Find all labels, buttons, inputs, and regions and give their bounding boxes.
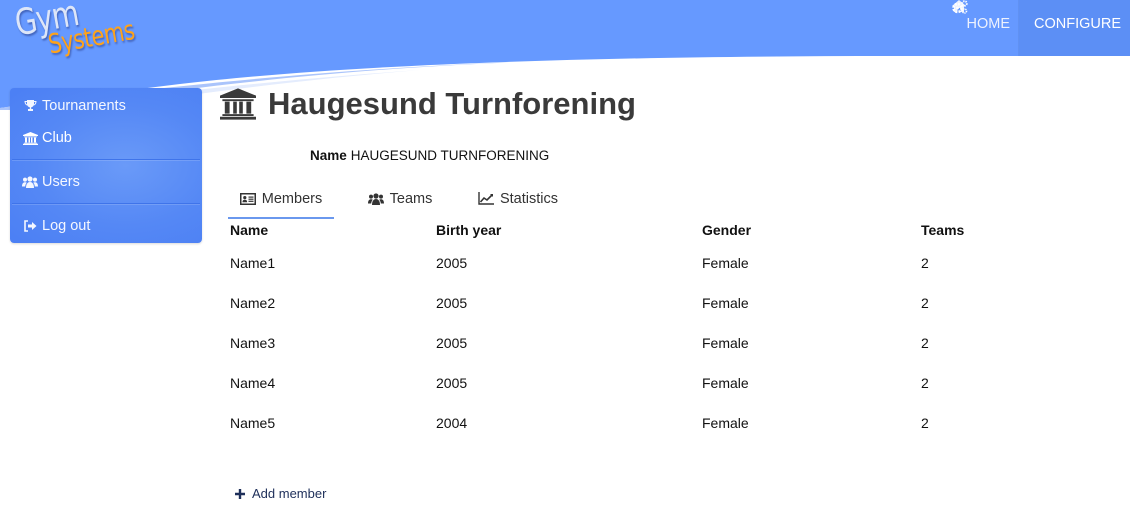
sidebar-item-users[interactable]: Users: [10, 172, 214, 192]
institution-icon: [22, 131, 38, 145]
column-header-gender[interactable]: Gender: [702, 222, 751, 238]
nav-configure[interactable]: CONFIGURE: [951, 0, 1130, 56]
users-icon: [367, 192, 384, 205]
tab-teams-label: Teams: [389, 190, 433, 207]
cell-gender: Female: [702, 375, 749, 391]
table-row[interactable]: Name2 2005 Female 2: [230, 295, 1030, 315]
cell-gender: Female: [702, 415, 749, 431]
sidebar-divider: [12, 203, 200, 204]
line-chart-icon: [478, 192, 494, 205]
table-header-row: Name Birth year Gender Teams: [230, 222, 1030, 242]
cell-gender: Female: [702, 255, 749, 271]
nav-home-label: HOME: [966, 16, 1011, 32]
id-card-icon: [239, 192, 256, 205]
cell-gender: Female: [702, 335, 749, 351]
table-row[interactable]: Name1 2005 Female 2: [230, 255, 1030, 275]
trophy-icon: [22, 100, 38, 112]
sidebar-item-label: Club: [42, 130, 72, 146]
column-header-name[interactable]: Name: [230, 222, 268, 238]
page-title: Haugesund Turnforening: [220, 86, 636, 122]
cell-teams: 2: [921, 335, 929, 351]
club-name-value: HAUGESUND TURNFORENING: [350, 148, 550, 163]
tab-teams[interactable]: Teams: [358, 180, 442, 217]
cell-teams: 2: [921, 255, 929, 271]
top-nav: HOME CONFIGURE: [951, 0, 1130, 56]
sidebar-item-label: Tournaments: [42, 98, 126, 114]
page-title-text: Haugesund Turnforening: [268, 86, 636, 121]
nav-configure-label: CONFIGURE: [1034, 16, 1121, 32]
table-row[interactable]: Name4 2005 Female 2: [230, 375, 1030, 395]
add-member-label: Add member: [252, 486, 327, 501]
cell-birth-year: 2004: [436, 415, 468, 431]
sidebar-item-tournaments[interactable]: Tournaments: [10, 96, 214, 116]
cell-teams: 2: [921, 295, 929, 311]
sidebar-item-label: Users: [42, 174, 80, 190]
cell-birth-year: 2005: [436, 335, 468, 351]
club-name-label: Name: [310, 148, 347, 163]
cell-name: Name4: [230, 375, 276, 391]
sidebar-item-log-out[interactable]: Log out: [10, 216, 214, 236]
cell-teams: 2: [921, 375, 929, 391]
users-icon: [22, 176, 38, 188]
cell-name: Name2: [230, 295, 276, 311]
cell-gender: Female: [702, 295, 749, 311]
cell-teams: 2: [921, 415, 929, 431]
cell-birth-year: 2005: [436, 375, 468, 391]
column-header-teams[interactable]: Teams: [921, 222, 964, 238]
institution-icon: [220, 88, 256, 120]
column-header-birth-year[interactable]: Birth year: [436, 222, 501, 238]
add-member-button[interactable]: Add member: [235, 486, 326, 501]
tab-members-label: Members: [261, 190, 323, 207]
cell-name: Name3: [230, 335, 276, 351]
tab-statistics[interactable]: Statistics: [468, 180, 568, 217]
cell-name: Name5: [230, 415, 276, 431]
sign-out-icon: [22, 220, 38, 232]
sidebar-item-label: Log out: [42, 218, 91, 234]
club-name-field: Name HAUGESUND TURNFORENING: [310, 148, 549, 163]
sidebar-divider: [12, 159, 200, 160]
cell-name: Name1: [230, 255, 276, 271]
cell-birth-year: 2005: [436, 295, 468, 311]
tab-statistics-label: Statistics: [499, 190, 558, 207]
gym-systems-logo[interactable]: Gym Systems: [10, 0, 150, 74]
cell-birth-year: 2005: [436, 255, 468, 271]
table-row[interactable]: Name3 2005 Female 2: [230, 335, 1030, 355]
plus-icon: [235, 488, 245, 499]
tab-members[interactable]: Members: [228, 180, 334, 219]
table-row[interactable]: Name5 2004 Female 2: [230, 415, 1030, 435]
sidebar-item-club[interactable]: Club: [10, 128, 214, 148]
sidebar: Tournaments Club Users Log out: [10, 88, 202, 243]
